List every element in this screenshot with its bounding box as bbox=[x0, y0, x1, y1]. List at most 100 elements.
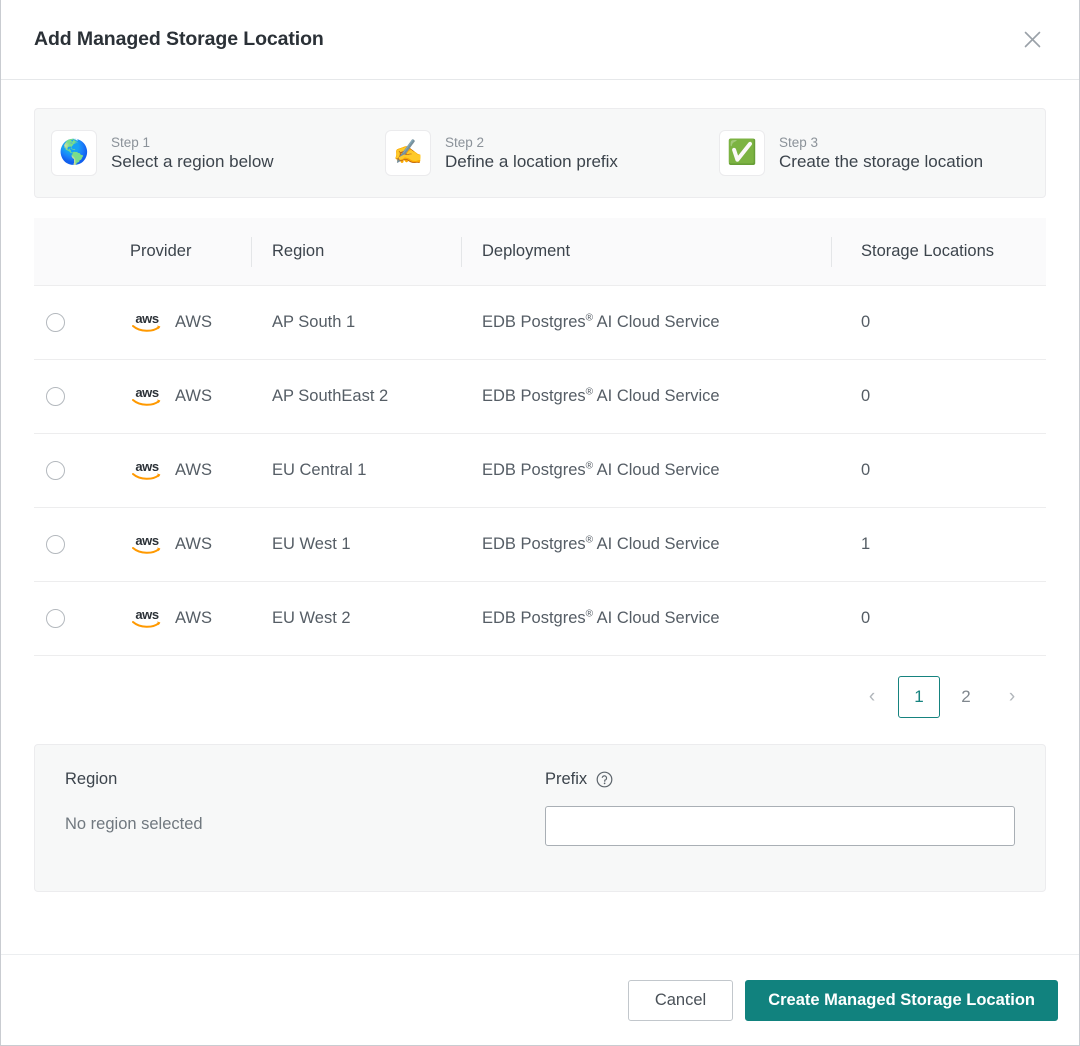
prefix-label-row: Prefix bbox=[545, 770, 1015, 789]
provider-name: AWS bbox=[175, 313, 212, 331]
storage-locations-cell: 0 bbox=[831, 313, 1046, 332]
table-row[interactable]: aws AWS AP South 1 EDB Postgres® AI Cloud S… bbox=[34, 286, 1046, 360]
prefix-input[interactable] bbox=[545, 806, 1015, 846]
region-cell: EU West 2 bbox=[251, 609, 461, 628]
storage-locations-cell: 1 bbox=[831, 535, 1046, 554]
pagination-page-2[interactable]: 2 bbox=[946, 677, 986, 717]
provider-cell: aws AWS bbox=[99, 386, 251, 408]
deployment-name: EDB Postgres® AI Cloud Service bbox=[482, 534, 720, 554]
check-mark-icon: ✅ bbox=[719, 130, 765, 176]
deployment-cell: EDB Postgres® AI Cloud Service bbox=[461, 313, 831, 333]
provider-name: AWS bbox=[175, 535, 212, 553]
step-3: ✅ Step 3 Create the storage location bbox=[719, 130, 983, 176]
step-2-number: Step 2 bbox=[445, 134, 485, 150]
close-icon[interactable] bbox=[1015, 23, 1049, 57]
writing-hand-icon: ✍️ bbox=[385, 130, 431, 176]
stepper: 🌎 Step 1 Select a region below ✍️ Step 2… bbox=[34, 108, 1046, 198]
provider-name: AWS bbox=[175, 387, 212, 405]
region-cell: EU Central 1 bbox=[251, 461, 461, 480]
column-header-deployment: Deployment bbox=[461, 242, 831, 261]
create-managed-storage-location-button[interactable]: Create Managed Storage Location bbox=[745, 979, 1058, 1021]
pagination: ‹ 1 2 › bbox=[34, 656, 1046, 738]
region-name: EU West 1 bbox=[272, 535, 351, 553]
storage-locations-cell: 0 bbox=[831, 609, 1046, 628]
pagination-page-1[interactable]: 1 bbox=[898, 676, 940, 718]
region-column: Region No region selected bbox=[65, 770, 545, 891]
aws-logo-icon: aws bbox=[130, 460, 164, 482]
step-3-number: Step 3 bbox=[779, 134, 819, 150]
prefix-label: Prefix bbox=[545, 770, 588, 788]
region-radio-button[interactable] bbox=[46, 609, 65, 628]
provider-cell: aws AWS bbox=[99, 460, 251, 482]
storage-locations-cell: 0 bbox=[831, 387, 1046, 406]
storage-locations-count: 1 bbox=[861, 535, 871, 553]
storage-locations-count: 0 bbox=[861, 313, 871, 331]
table-body: aws AWS AP South 1 EDB Postgres® AI Cloud S… bbox=[34, 286, 1046, 656]
table-row[interactable]: aws AWS EU West 2 EDB Postgres® AI Cloud Se… bbox=[34, 582, 1046, 656]
provider-name: AWS bbox=[175, 609, 212, 627]
row-select-cell bbox=[34, 609, 99, 628]
aws-logo-icon: aws bbox=[130, 608, 164, 630]
cancel-button[interactable]: Cancel bbox=[627, 979, 734, 1021]
storage-locations-cell: 0 bbox=[831, 461, 1046, 480]
column-header-region: Region bbox=[251, 242, 461, 261]
provider-cell: aws AWS bbox=[99, 534, 251, 556]
provider-cell: aws AWS bbox=[99, 312, 251, 334]
aws-logo-icon: aws bbox=[130, 312, 164, 334]
provider-name: AWS bbox=[175, 461, 212, 479]
modal-header: Add Managed Storage Location bbox=[1, 0, 1079, 80]
deployment-name: EDB Postgres® AI Cloud Service bbox=[482, 460, 720, 480]
row-select-cell bbox=[34, 535, 99, 554]
deployment-cell: EDB Postgres® AI Cloud Service bbox=[461, 461, 831, 481]
aws-logo-icon: aws bbox=[130, 386, 164, 408]
help-circle-icon[interactable] bbox=[596, 771, 613, 788]
deployment-cell: EDB Postgres® AI Cloud Service bbox=[461, 387, 831, 407]
table-row[interactable]: aws AWS AP SouthEast 2 EDB Postgres® AI Clo… bbox=[34, 360, 1046, 434]
page-title: Add Managed Storage Location bbox=[34, 28, 324, 50]
region-radio-button[interactable] bbox=[46, 535, 65, 554]
region-label: Region bbox=[65, 770, 118, 788]
step-1-number: Step 1 bbox=[111, 134, 151, 150]
storage-locations-count: 0 bbox=[861, 387, 871, 405]
region-radio-button[interactable] bbox=[46, 313, 65, 332]
table-row[interactable]: aws AWS EU Central 1 EDB Postgres® AI Cloud… bbox=[34, 434, 1046, 508]
region-cell: AP SouthEast 2 bbox=[251, 387, 461, 406]
deployment-name: EDB Postgres® AI Cloud Service bbox=[482, 312, 720, 332]
storage-locations-count: 0 bbox=[861, 461, 871, 479]
region-selected-value: No region selected bbox=[65, 815, 203, 833]
pagination-next-button[interactable]: › bbox=[992, 677, 1032, 717]
region-name: AP South 1 bbox=[272, 313, 356, 331]
region-name: AP SouthEast 2 bbox=[272, 387, 389, 405]
step-2-label: Define a location prefix bbox=[445, 151, 618, 171]
regions-table: Provider Region Deployment Storage Locat… bbox=[34, 218, 1046, 656]
region-radio-button[interactable] bbox=[46, 387, 65, 406]
region-prefix-panel: Region No region selected Prefix bbox=[34, 744, 1046, 892]
modal-footer: Cancel Create Managed Storage Location bbox=[1, 954, 1079, 1045]
deployment-cell: EDB Postgres® AI Cloud Service bbox=[461, 609, 831, 629]
pagination-prev-button[interactable]: ‹ bbox=[852, 677, 892, 717]
region-cell: AP South 1 bbox=[251, 313, 461, 332]
prefix-column: Prefix bbox=[545, 770, 1015, 891]
storage-locations-count: 0 bbox=[861, 609, 871, 627]
provider-cell: aws AWS bbox=[99, 608, 251, 630]
region-name: EU West 2 bbox=[272, 609, 351, 627]
row-select-cell bbox=[34, 461, 99, 480]
region-cell: EU West 1 bbox=[251, 535, 461, 554]
deployment-name: EDB Postgres® AI Cloud Service bbox=[482, 386, 720, 406]
deployment-name: EDB Postgres® AI Cloud Service bbox=[482, 608, 720, 628]
row-select-cell bbox=[34, 313, 99, 332]
step-1: 🌎 Step 1 Select a region below bbox=[51, 130, 385, 176]
region-radio-button[interactable] bbox=[46, 461, 65, 480]
add-managed-storage-location-modal: Add Managed Storage Location 🌎 Step 1 Se… bbox=[0, 0, 1080, 1046]
table-header-row: Provider Region Deployment Storage Locat… bbox=[34, 218, 1046, 286]
deployment-cell: EDB Postgres® AI Cloud Service bbox=[461, 535, 831, 555]
row-select-cell bbox=[34, 387, 99, 406]
column-header-provider: Provider bbox=[130, 242, 192, 260]
step-2: ✍️ Step 2 Define a location prefix bbox=[385, 130, 719, 176]
table-row[interactable]: aws AWS EU West 1 EDB Postgres® AI Cloud Se… bbox=[34, 508, 1046, 582]
region-name: EU Central 1 bbox=[272, 461, 367, 479]
modal-body: 🌎 Step 1 Select a region below ✍️ Step 2… bbox=[1, 80, 1079, 954]
globe-icon: 🌎 bbox=[51, 130, 97, 176]
aws-logo-icon: aws bbox=[130, 534, 164, 556]
step-1-label: Select a region below bbox=[111, 151, 274, 171]
